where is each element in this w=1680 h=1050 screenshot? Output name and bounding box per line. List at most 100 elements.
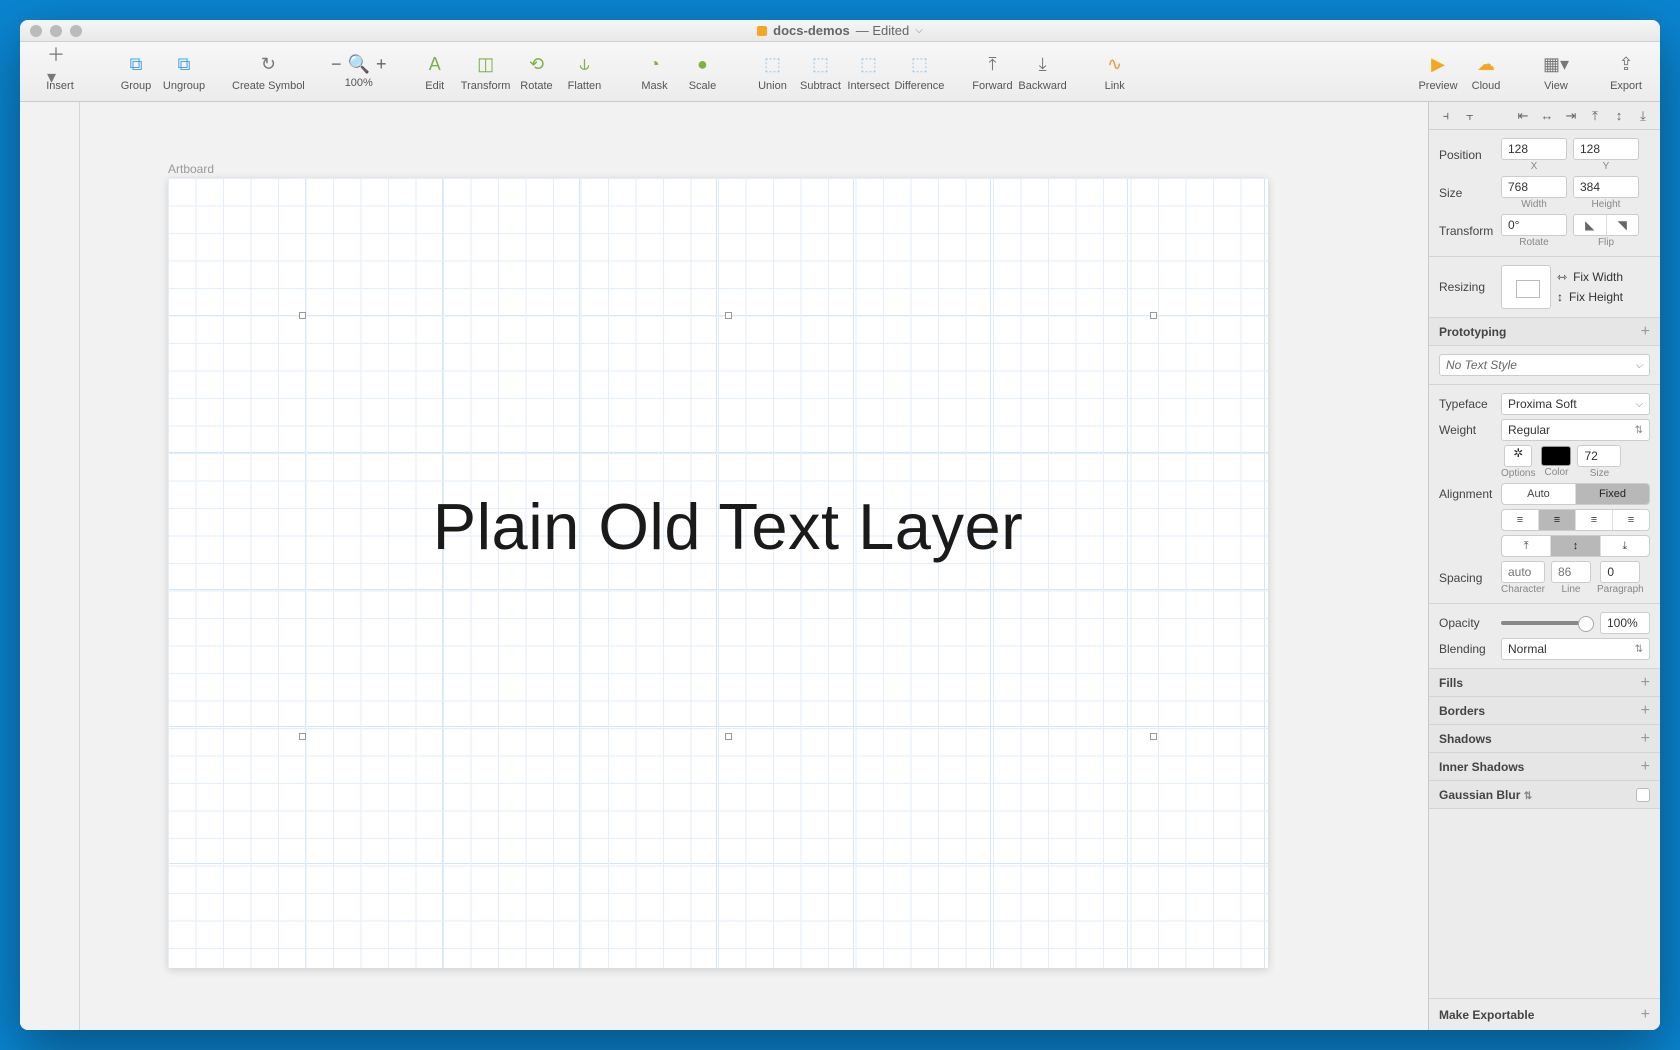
selection-handle[interactable] <box>725 312 732 319</box>
resizing-label: Resizing <box>1439 280 1495 294</box>
position-x-input[interactable] <box>1501 138 1567 160</box>
inner-shadows-section[interactable]: Inner Shadows+ <box>1429 753 1660 781</box>
text-color-swatch[interactable] <box>1541 446 1571 466</box>
selection-handle[interactable] <box>299 733 306 740</box>
rotate-input[interactable] <box>1501 214 1567 236</box>
resizing-constraints[interactable] <box>1501 265 1551 309</box>
text-content: Plain Old Text Layer <box>433 489 1024 564</box>
height-input[interactable] <box>1573 176 1639 198</box>
text-options-button[interactable]: ✲ <box>1504 445 1532 467</box>
plus-icon[interactable]: + <box>1641 323 1650 341</box>
valign-bottom-icon[interactable]: ⤓ <box>1601 536 1649 556</box>
alignment-mode-seg[interactable]: AutoFixed <box>1501 483 1650 505</box>
layers-panel[interactable] <box>20 102 80 1030</box>
width-input[interactable] <box>1501 176 1567 198</box>
plus-icon[interactable]: + <box>1641 674 1650 692</box>
intersect-button[interactable]: ⬚Intersect <box>846 52 890 92</box>
export-button[interactable]: ⇪Export <box>1604 52 1648 92</box>
fills-section[interactable]: Fills+ <box>1429 669 1660 697</box>
font-size-input[interactable] <box>1577 445 1621 467</box>
align-right-edge-icon[interactable]: ⇥ <box>1560 106 1582 126</box>
align-v-center-icon[interactable]: ↕ <box>1608 106 1630 126</box>
align-left-icon[interactable]: ≡ <box>1502 510 1539 530</box>
align-center-h-icon[interactable]: ⫟ <box>1459 106 1481 126</box>
backward-button[interactable]: ⤓Backward <box>1018 52 1066 92</box>
align-center-icon[interactable]: ≡ <box>1539 510 1576 530</box>
preview-button[interactable]: ▶Preview <box>1416 52 1460 92</box>
valign-middle-icon[interactable]: ↕ <box>1551 536 1600 556</box>
view-button[interactable]: ▦▾View <box>1534 52 1578 92</box>
edit-button[interactable]: AEdit <box>413 52 457 92</box>
borders-section[interactable]: Borders+ <box>1429 697 1660 725</box>
mask-button[interactable]: ◔Mask <box>632 52 676 92</box>
blending-select[interactable]: Normal⇅ <box>1501 638 1650 660</box>
transform-button[interactable]: ◫Transform <box>461 52 511 92</box>
rotate-button[interactable]: ⟲Rotate <box>514 52 558 92</box>
union-button[interactable]: ⬚Union <box>750 52 794 92</box>
zoom-out-icon[interactable]: − <box>331 54 342 75</box>
align-right-icon[interactable]: ≡ <box>1576 510 1613 530</box>
document-title[interactable]: docs-demos — Edited ⌵ <box>20 23 1660 38</box>
canvas[interactable]: Artboard Plain Old Text Layer <box>80 102 1428 1030</box>
forward-button[interactable]: ⤒Forward <box>970 52 1014 92</box>
fix-width-icon[interactable]: ⇿ <box>1557 270 1567 284</box>
selection-handle[interactable] <box>1150 312 1157 319</box>
zoom-control[interactable]: −🔍+ 100% <box>331 54 387 89</box>
flip-control[interactable]: ◣◥ <box>1573 214 1639 236</box>
selection-handle[interactable] <box>1150 733 1157 740</box>
text-align-seg[interactable]: ≡ ≡ ≡ ≡ <box>1501 509 1650 531</box>
artboard[interactable]: Plain Old Text Layer <box>168 178 1268 968</box>
make-exportable-section[interactable]: Make Exportable+ <box>1429 998 1660 1030</box>
align-left-icon[interactable]: ⫞ <box>1435 106 1457 126</box>
align-bottom-icon[interactable]: ⤓ <box>1632 106 1654 126</box>
blur-checkbox[interactable] <box>1636 788 1650 802</box>
fix-height-label[interactable]: Fix Height <box>1569 290 1623 304</box>
flip-h-icon[interactable]: ◣ <box>1574 215 1607 235</box>
plus-icon[interactable]: + <box>1641 1006 1650 1024</box>
zoom-level: 100% <box>345 77 373 89</box>
align-h-center-icon[interactable]: ↔ <box>1536 106 1558 126</box>
scale-button[interactable]: ●Scale <box>680 52 724 92</box>
opacity-slider[interactable] <box>1501 621 1594 625</box>
insert-button[interactable]: ＋▾Insert <box>32 52 88 92</box>
artboard-label[interactable]: Artboard <box>168 162 214 176</box>
flatten-button[interactable]: ⫝Flatten <box>562 52 606 92</box>
opacity-input[interactable] <box>1600 612 1650 634</box>
group-button[interactable]: ⧉Group <box>114 52 158 92</box>
align-left-edge-icon[interactable]: ⇤ <box>1512 106 1534 126</box>
fix-width-label[interactable]: Fix Width <box>1573 270 1623 284</box>
text-style-select[interactable]: No Text Style⌵ <box>1439 354 1650 376</box>
char-spacing-input[interactable] <box>1501 561 1545 583</box>
shadows-section[interactable]: Shadows+ <box>1429 725 1660 753</box>
difference-button[interactable]: ⬚Difference <box>894 52 944 92</box>
weight-select[interactable]: Regular⇅ <box>1501 419 1650 441</box>
ungroup-button[interactable]: ⧉Ungroup <box>162 52 206 92</box>
text-layer[interactable]: Plain Old Text Layer <box>303 316 1153 736</box>
line-spacing-input[interactable] <box>1551 561 1591 583</box>
prototyping-section[interactable]: Prototyping+ <box>1429 318 1660 346</box>
para-spacing-input[interactable] <box>1600 561 1640 583</box>
flip-v-icon[interactable]: ◥ <box>1607 215 1639 235</box>
zoom-in-icon[interactable]: + <box>376 54 387 75</box>
chevron-updown-icon[interactable]: ⇅ <box>1524 791 1532 802</box>
create-symbol-button[interactable]: ↻Create Symbol <box>232 52 305 92</box>
plus-icon[interactable]: + <box>1641 730 1650 748</box>
link-button[interactable]: ∿Link <box>1093 52 1137 92</box>
toolbar: ＋▾Insert ⧉Group ⧉Ungroup ↻Create Symbol … <box>20 42 1660 102</box>
subtract-button[interactable]: ⬚Subtract <box>798 52 842 92</box>
vertical-align-seg[interactable]: ⤒ ↕ ⤓ <box>1501 535 1650 557</box>
align-top-icon[interactable]: ⤒ <box>1584 106 1606 126</box>
typeface-select[interactable]: Proxima Soft⌵ <box>1501 393 1650 415</box>
plus-icon[interactable]: + <box>1641 702 1650 720</box>
position-y-input[interactable] <box>1573 138 1639 160</box>
inspector-panel: ⫞ ⫟ ⇤ ↔ ⇥ ⤒ ↕ ⤓ Position X Y Size Width <box>1428 102 1660 1030</box>
selection-handle[interactable] <box>299 312 306 319</box>
scale-icon: ● <box>689 52 715 78</box>
cloud-button[interactable]: ☁Cloud <box>1464 52 1508 92</box>
valign-top-icon[interactable]: ⤒ <box>1502 536 1551 556</box>
selection-handle[interactable] <box>725 733 732 740</box>
gaussian-blur-section[interactable]: Gaussian Blur ⇅ <box>1429 781 1660 809</box>
align-justify-icon[interactable]: ≡ <box>1613 510 1649 530</box>
fix-height-icon[interactable]: ↕ <box>1557 290 1563 304</box>
plus-icon[interactable]: + <box>1641 758 1650 776</box>
